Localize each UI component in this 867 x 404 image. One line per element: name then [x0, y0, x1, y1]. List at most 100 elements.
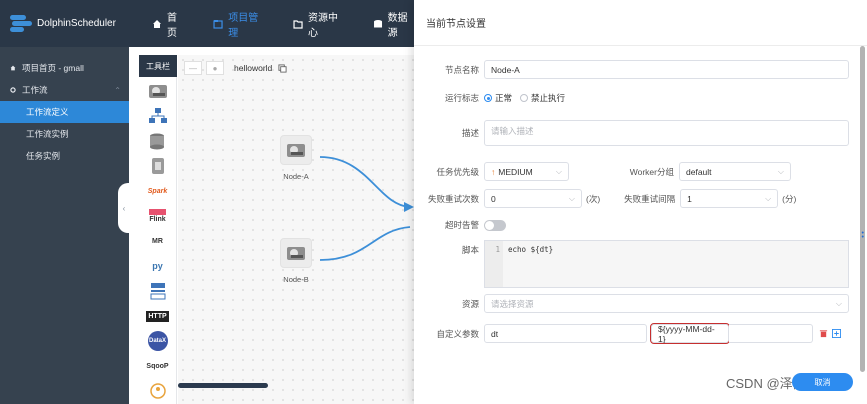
- spark-task-tool[interactable]: Spark: [145, 180, 171, 202]
- sidebar-collapse-toggle[interactable]: ‹: [118, 183, 130, 233]
- nav-resource-center[interactable]: 资源中心: [293, 0, 345, 47]
- retry-times-value: 0: [491, 193, 496, 204]
- procedure-task-tool[interactable]: [145, 130, 171, 152]
- resource-row: 资源 请选择资源 ⌵: [414, 294, 849, 313]
- timeout-label: 超时告警: [444, 220, 479, 230]
- sidebar-project-home-label: 项目首页 - gmall: [22, 63, 84, 73]
- edge-node-a: [319, 156, 411, 208]
- priority-select[interactable]: ↑ MEDIUM ⌵: [484, 162, 569, 181]
- nav-home-label: 首页: [167, 12, 178, 39]
- sidebar-item-label: 工作流实例: [26, 129, 69, 139]
- node-name-input[interactable]: Node-A: [484, 60, 849, 79]
- radio-checked-icon: [484, 94, 492, 102]
- subprocess-task-icon: [148, 108, 167, 123]
- sidebar-item-task-instance[interactable]: 任务实例: [0, 145, 129, 167]
- resource-select[interactable]: 请选择资源 ⌵: [484, 294, 849, 313]
- retry-interval-select[interactable]: 1 ⌵: [680, 189, 779, 208]
- radio-label: 禁止执行: [531, 93, 566, 103]
- datax-task-tool[interactable]: DataX: [145, 330, 171, 352]
- flink-task-tool[interactable]: Flink: [145, 205, 171, 227]
- sql-task-tool[interactable]: [145, 155, 171, 177]
- worker-group-label: Worker分组: [629, 166, 674, 177]
- chevron-down-icon: ⌵: [555, 166, 562, 176]
- task-toolbox: 工具栏 Spark Flink MR py HTTP DataX SqooP: [139, 55, 177, 404]
- scrollbar-thumb[interactable]: [860, 46, 865, 372]
- description-row: 描述 请输入描述: [414, 120, 849, 146]
- nav-project-management[interactable]: 项目管理: [213, 0, 265, 47]
- node-label: Node-A: [283, 172, 309, 181]
- retry-times-select[interactable]: 0 ⌵: [484, 189, 582, 208]
- dependent-task-tool[interactable]: [145, 280, 171, 302]
- custom-param-prop-value: dt: [491, 328, 499, 339]
- shell-task-tool[interactable]: [145, 80, 171, 102]
- dolphin-logo-icon: [8, 13, 32, 35]
- dag-canvas[interactable]: — ● helloworld Node-A Node-B: [178, 55, 415, 404]
- chevron-down-icon: ⌵: [777, 166, 784, 176]
- sidebar-workflow-group[interactable]: 工作流 ⌃: [0, 79, 129, 101]
- resource-placeholder: 请选择资源: [491, 298, 534, 309]
- spark-task-icon: Spark: [147, 187, 168, 195]
- timeout-toggle[interactable]: [484, 219, 506, 231]
- description-textarea[interactable]: 请输入描述: [484, 120, 849, 146]
- timeout-row: 超时告警: [414, 219, 506, 231]
- python-task-tool[interactable]: py: [145, 255, 171, 277]
- run-flag-row: 运行标志 正常 禁止执行: [414, 92, 573, 104]
- script-editor[interactable]: 1 echo ${dt}: [484, 240, 849, 288]
- node-box: [280, 135, 312, 165]
- custom-param-value-input[interactable]: ${yyyy-MM-dd-1}: [650, 323, 730, 344]
- app-logo[interactable]: DolphinScheduler: [0, 13, 124, 35]
- project-icon: [213, 19, 223, 29]
- mr-task-tool[interactable]: MR: [145, 230, 171, 252]
- node-name-value: Node-A: [491, 64, 520, 75]
- dag-node-b[interactable]: Node-B: [276, 238, 316, 284]
- radio-unchecked-icon: [520, 94, 529, 102]
- description-placeholder: 请输入描述: [491, 126, 534, 136]
- top-navbar: DolphinScheduler 首页 项目管理 资源中心 数据源: [0, 0, 415, 47]
- conditions-task-tool[interactable]: [145, 380, 171, 402]
- worker-group-select[interactable]: default ⌵: [679, 162, 791, 181]
- retry-times-unit: (次): [586, 193, 601, 204]
- node-name-row: 节点名称 Node-A: [414, 60, 849, 79]
- edge-arrowhead: [404, 202, 414, 212]
- retry-times-label: 失败重试次数: [427, 193, 479, 204]
- sidebar-project-home[interactable]: 项目首页 - gmall: [0, 57, 129, 79]
- chevron-down-icon: ⌵: [568, 193, 575, 203]
- drawer-scrollbar[interactable]: • •: [857, 46, 867, 376]
- mr-task-icon: MR: [152, 237, 163, 245]
- nav-project-label: 项目管理: [228, 12, 259, 39]
- nav-datasource[interactable]: 数据源: [373, 0, 415, 47]
- dependent-task-icon: [150, 283, 165, 300]
- retry-row: 失败重试次数 0 ⌵ (次) 失败重试间隔 1 ⌵ (分): [414, 189, 796, 208]
- edge-node-b: [319, 226, 411, 261]
- sidebar-item-workflow-definition[interactable]: 工作流定义: [0, 101, 129, 123]
- script-row: 脚本 1 echo ${dt}: [414, 240, 849, 288]
- custom-param-prop-input[interactable]: dt: [484, 324, 647, 343]
- shell-task-icon: [287, 247, 305, 260]
- sidebar-workflow-label: 工作流: [22, 85, 48, 95]
- sidebar: 项目首页 - gmall 工作流 ⌃ 工作流定义 工作流实例 任务实例: [0, 47, 129, 404]
- nav-home[interactable]: 首页: [152, 0, 185, 47]
- http-task-icon: HTTP: [146, 310, 169, 322]
- run-flag-forbidden-radio[interactable]: 禁止执行: [520, 92, 565, 104]
- sql-task-icon: [151, 158, 164, 174]
- cancel-button[interactable]: 取消: [792, 373, 853, 391]
- retry-interval-value: 1: [687, 193, 692, 204]
- subprocess-task-tool[interactable]: [145, 105, 171, 127]
- python-task-icon: py: [152, 261, 163, 271]
- procedure-task-icon: [149, 133, 164, 150]
- dag-node-a[interactable]: Node-A: [276, 135, 316, 181]
- radio-label: 正常: [495, 93, 513, 103]
- shell-task-icon: [148, 85, 167, 98]
- sidebar-item-workflow-instance[interactable]: 工作流实例: [0, 123, 129, 145]
- add-icon[interactable]: [832, 329, 841, 338]
- sqoop-task-tool[interactable]: SqooP: [145, 355, 171, 377]
- retry-interval-label: 失败重试间隔: [624, 193, 676, 204]
- run-flag-normal-radio[interactable]: 正常: [484, 92, 512, 104]
- toolbox-title: 工具栏: [139, 55, 177, 77]
- custom-params-row: 自定义参数 dt ${yyyy-MM-dd-1}: [414, 323, 841, 344]
- database-icon: [373, 19, 382, 27]
- canvas-horizontal-scrollbar[interactable]: [178, 383, 268, 388]
- delete-icon[interactable]: [819, 329, 828, 338]
- sqoop-task-icon: SqooP: [146, 362, 169, 370]
- http-task-tool[interactable]: HTTP: [145, 305, 171, 327]
